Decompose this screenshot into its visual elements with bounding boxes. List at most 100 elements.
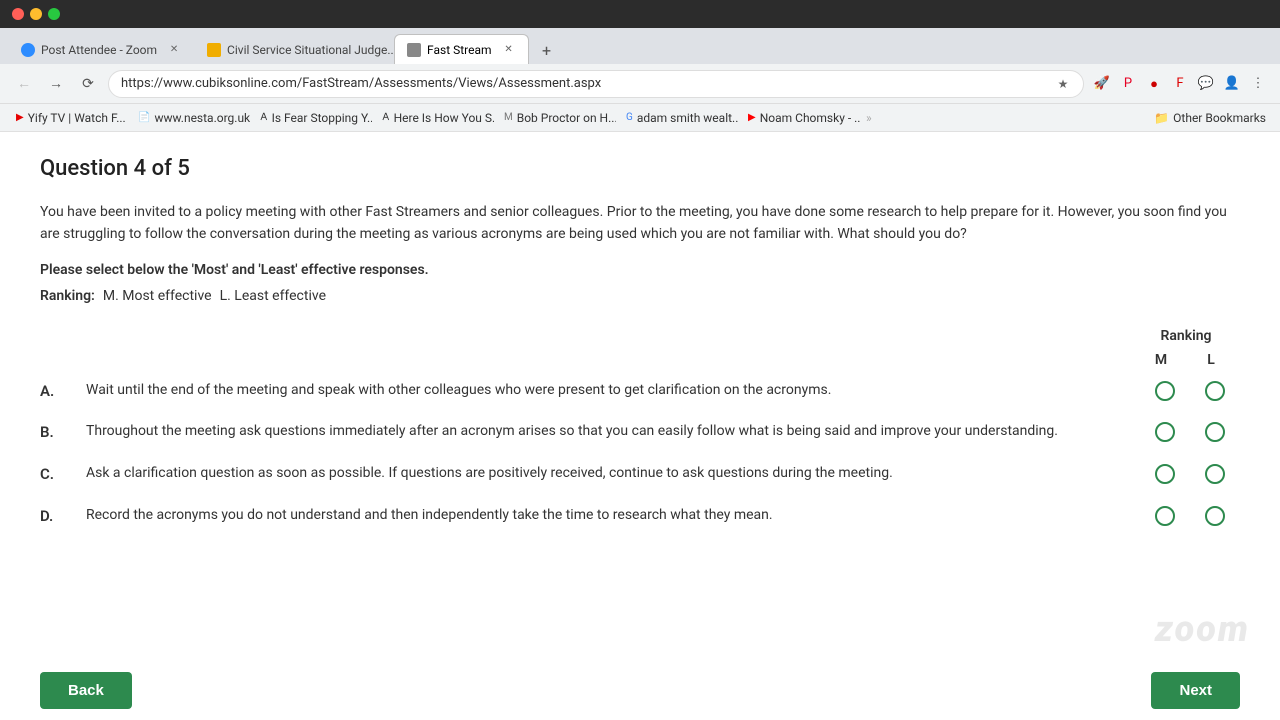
tab-label-zoom: Post Attendee - Zoom: [41, 43, 157, 57]
question-title: Question 4 of 5: [40, 156, 1240, 181]
url-text: https://www.cubiksonline.com/FastStream/…: [121, 76, 1055, 91]
ranking-legend: Ranking: M. Most effective L. Least effe…: [40, 288, 1240, 304]
reload-button[interactable]: ⟳: [76, 72, 100, 96]
radio-b-least[interactable]: [1205, 422, 1225, 442]
new-tab-button[interactable]: +: [533, 36, 561, 64]
forward-nav-button[interactable]: →: [44, 72, 68, 96]
most-label: M. Most effective: [103, 288, 212, 304]
lastpass-icon[interactable]: ●: [1144, 74, 1164, 94]
answer-radios-b: [1140, 422, 1240, 442]
answer-radios-d: [1140, 506, 1240, 526]
answer-letter-d: D.: [40, 507, 70, 525]
col-m-label: M: [1136, 352, 1186, 368]
other-bookmarks[interactable]: 📁 Other Bookmarks: [1148, 109, 1272, 127]
addressbar: ← → ⟳ https://www.cubiksonline.com/FastS…: [0, 64, 1280, 104]
tab-favicon-zoom: [21, 43, 35, 57]
radio-cell-a-m[interactable]: [1140, 381, 1190, 401]
bookmark-label-noam: Noam Chomsky - ...: [760, 111, 860, 125]
bookmark-label-here: Here Is How You S...: [394, 111, 494, 125]
answer-row-a: A. Wait until the end of the meeting and…: [40, 380, 1240, 402]
answer-text-a: Wait until the end of the meeting and sp…: [86, 380, 1124, 402]
radio-d-most[interactable]: [1155, 506, 1175, 526]
bookmark-noam[interactable]: ▶ Noam Chomsky - ...: [740, 109, 860, 127]
ranking-cols-header: M L: [40, 352, 1240, 368]
next-button[interactable]: Next: [1151, 672, 1240, 709]
tab-zoom[interactable]: Post Attendee - Zoom ✕: [8, 34, 194, 64]
radio-a-least[interactable]: [1205, 381, 1225, 401]
answer-row-c: C. Ask a clarification question as soon …: [40, 463, 1240, 485]
least-label: L. Least effective: [220, 288, 326, 304]
extensions-icon[interactable]: 🚀: [1092, 74, 1112, 94]
ranking-header-row: Ranking: [40, 328, 1240, 344]
back-nav-button[interactable]: ←: [12, 72, 36, 96]
other-bookmarks-label: Other Bookmarks: [1173, 111, 1266, 125]
url-icons: ★: [1055, 76, 1071, 92]
radio-cell-a-l[interactable]: [1190, 381, 1240, 401]
tab-favicon-fast: [407, 43, 421, 57]
titlebar: [0, 0, 1280, 28]
answer-text-d: Record the acronyms you do not understan…: [86, 505, 1124, 527]
bookmark-fear[interactable]: 𐌀 Is Fear Stopping Y...: [252, 109, 372, 127]
tabbar: Post Attendee - Zoom ✕ Civil Service Sit…: [0, 28, 1280, 64]
zoom-watermark: zoom: [1155, 608, 1250, 650]
question-instruction: Please select below the 'Most' and 'Leas…: [40, 262, 1240, 278]
answer-text-c: Ask a clarification question as soon as …: [86, 463, 1124, 485]
pinterest-icon[interactable]: P: [1118, 74, 1138, 94]
close-button[interactable]: [12, 8, 24, 20]
radio-cell-c-l[interactable]: [1190, 464, 1240, 484]
menu-icon[interactable]: ⋮: [1248, 74, 1268, 94]
toolbar-icons: 🚀 P ● F 💬 👤 ⋮: [1092, 74, 1268, 94]
ranking-cols: M L: [1136, 352, 1236, 368]
bookmark-yify[interactable]: ▶ Yify TV | Watch F...: [8, 109, 128, 127]
answer-letter-b: B.: [40, 423, 70, 441]
answer-letter-a: A.: [40, 382, 70, 400]
bookmark-overflow: »: [866, 111, 872, 125]
bookmark-bob[interactable]: M Bob Proctor on H...: [496, 109, 616, 127]
radio-c-least[interactable]: [1205, 464, 1225, 484]
ranking-header-inner: Ranking: [1136, 328, 1236, 344]
radio-cell-b-l[interactable]: [1190, 422, 1240, 442]
bookmark-here[interactable]: 𐌀 Here Is How You S...: [374, 109, 494, 127]
ranking-label: Ranking:: [40, 288, 95, 304]
tab-label-civil: Civil Service Situational Judge...: [227, 43, 394, 57]
tab-favicon-civil: [207, 43, 221, 57]
answer-text-b: Throughout the meeting ask questions imm…: [86, 421, 1124, 443]
star-icon[interactable]: ★: [1055, 76, 1071, 92]
minimize-button[interactable]: [30, 8, 42, 20]
bookmark-label-nesta: www.nesta.org.uk...: [154, 111, 250, 125]
bookmark-adam[interactable]: G adam smith wealt...: [618, 109, 738, 127]
answers-table: A. Wait until the end of the meeting and…: [40, 380, 1240, 527]
bookmark-label-adam: adam smith wealt...: [637, 111, 738, 125]
foxit-icon[interactable]: F: [1170, 74, 1190, 94]
bookmark-label-fear: Is Fear Stopping Y...: [272, 111, 372, 125]
wechat-icon[interactable]: 💬: [1196, 74, 1216, 94]
question-body: You have been invited to a policy meetin…: [40, 201, 1240, 246]
radio-cell-d-l[interactable]: [1190, 506, 1240, 526]
page-content: Question 4 of 5 You have been invited to…: [0, 132, 1280, 720]
profile-icon[interactable]: 👤: [1222, 74, 1242, 94]
traffic-lights: [12, 8, 60, 20]
bookmark-nesta[interactable]: 📄 www.nesta.org.uk...: [130, 109, 250, 127]
radio-cell-b-m[interactable]: [1140, 422, 1190, 442]
bookmark-label-yify: Yify TV | Watch F...: [28, 111, 126, 125]
radio-d-least[interactable]: [1205, 506, 1225, 526]
maximize-button[interactable]: [48, 8, 60, 20]
answer-row-d: D. Record the acronyms you do not unders…: [40, 505, 1240, 527]
answer-radios-a: [1140, 381, 1240, 401]
tab-civil[interactable]: Civil Service Situational Judge... ✕: [194, 34, 394, 64]
back-button[interactable]: Back: [40, 672, 132, 709]
answer-row-b: B. Throughout the meeting ask questions …: [40, 421, 1240, 443]
radio-cell-c-m[interactable]: [1140, 464, 1190, 484]
tab-close-zoom[interactable]: ✕: [167, 43, 181, 57]
url-bar[interactable]: https://www.cubiksonline.com/FastStream/…: [108, 70, 1084, 98]
answer-letter-c: C.: [40, 465, 70, 483]
radio-b-most[interactable]: [1155, 422, 1175, 442]
tab-label-fast: Fast Stream: [427, 43, 491, 57]
radio-cell-d-m[interactable]: [1140, 506, 1190, 526]
bottom-nav: Back Next: [0, 660, 1280, 720]
radio-a-most[interactable]: [1155, 381, 1175, 401]
radio-c-most[interactable]: [1155, 464, 1175, 484]
tab-close-fast[interactable]: ✕: [502, 43, 516, 57]
ranking-header-title: Ranking: [1136, 328, 1236, 344]
tab-fast[interactable]: Fast Stream ✕: [394, 34, 528, 64]
